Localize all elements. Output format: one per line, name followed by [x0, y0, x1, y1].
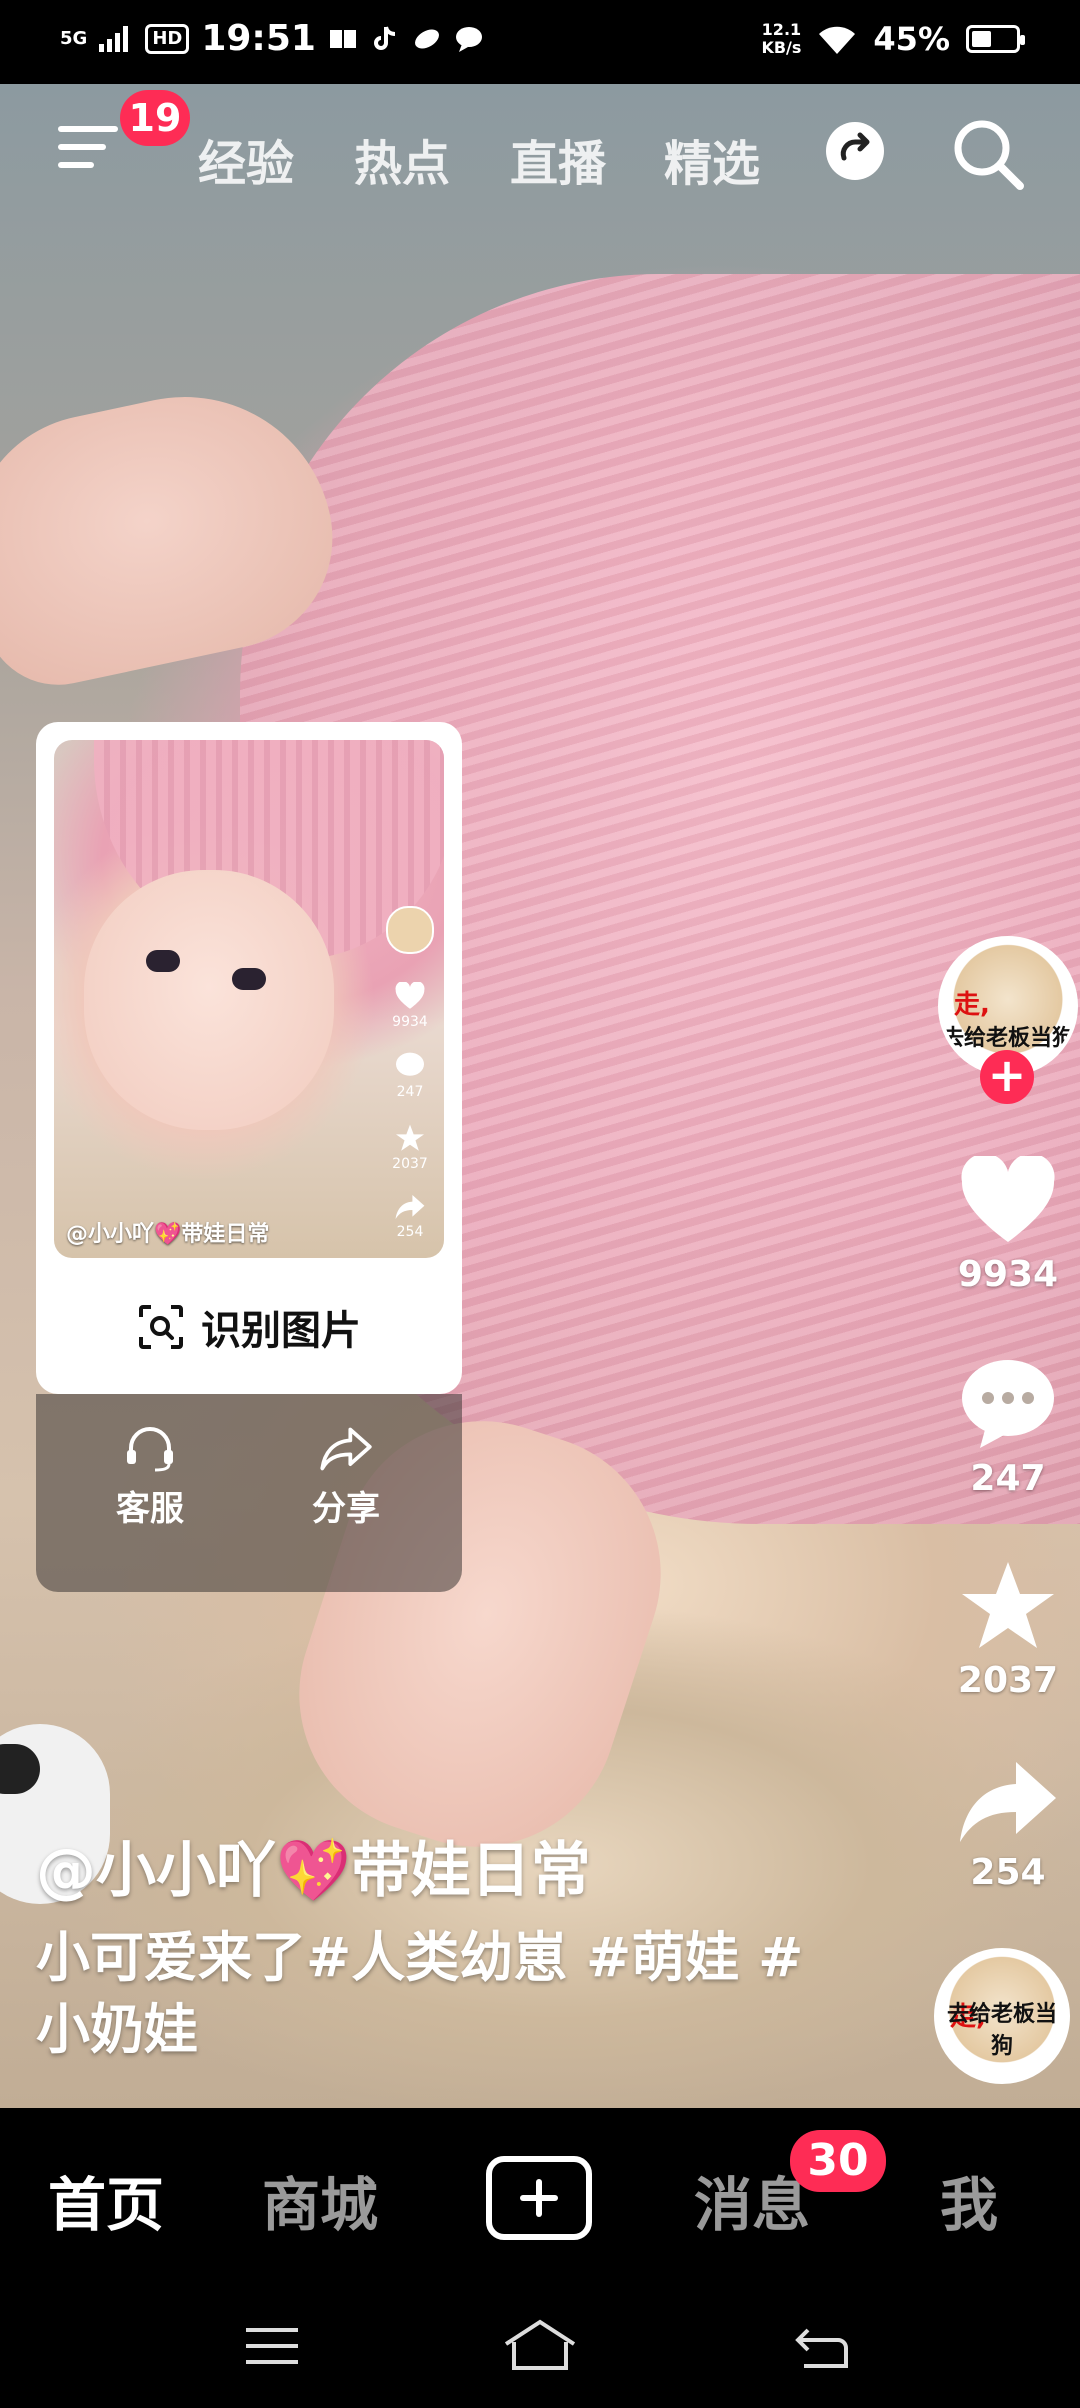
hd-badge: HD	[145, 23, 190, 54]
thumb-author: @小小吖💖带娃日常	[66, 1222, 270, 1247]
popup-options: 客服 分享	[36, 1394, 462, 1592]
popup-share-button[interactable]: 分享	[276, 1426, 416, 1530]
signal-icon	[99, 25, 129, 52]
home-icon[interactable]	[502, 2318, 578, 2372]
tiktok-icon	[373, 25, 396, 50]
thumb-favorite: 2037	[384, 1124, 436, 1172]
share-icon	[395, 1195, 425, 1219]
customer-service-label: 客服	[116, 1489, 184, 1529]
book-icon	[329, 29, 356, 48]
search-icon	[954, 120, 1024, 190]
wifi-icon	[819, 26, 856, 54]
status-left: 5G HD 19:51	[60, 18, 484, 59]
net-speed-unit: KB/s	[761, 38, 802, 57]
long-press-popup: 9934 247 2037 254 @小小吖💖带娃日常 识别图片 客服 分享	[36, 722, 462, 1592]
battery-icon	[966, 25, 1025, 53]
star-icon	[396, 1124, 424, 1151]
favorite-button[interactable]: 2037	[948, 1560, 1068, 1701]
avatar-caption: 去给老板当狗	[946, 2002, 1057, 2059]
heart-icon	[961, 1153, 1055, 1242]
heart-icon	[395, 981, 425, 1009]
thumb-favorite-count: 2037	[392, 1156, 428, 1172]
search-button[interactable]	[946, 112, 1030, 196]
comment-button[interactable]: 247	[948, 1358, 1068, 1499]
thumb-face	[84, 870, 334, 1130]
bottom-nav: 首页 商城 消息 30 我	[0, 2108, 1080, 2288]
clock: 19:51	[201, 18, 316, 59]
tab-experience[interactable]: 经验	[198, 124, 294, 194]
status-right: 12.1 KB/s 45%	[761, 20, 1025, 58]
scan-icon	[139, 1305, 183, 1349]
publish-button[interactable]	[486, 2156, 592, 2240]
popup-share-label: 分享	[312, 1489, 380, 1529]
nav-home[interactable]: 首页	[48, 2158, 164, 2242]
music-disc-avatar[interactable]: 走, 去给老板当狗	[934, 1948, 1070, 2084]
comment-icon	[962, 1360, 1054, 1448]
recents-icon[interactable]	[242, 2324, 302, 2368]
like-button[interactable]: 9934	[948, 1153, 1068, 1295]
net-speed-value: 12.1	[761, 20, 802, 39]
menu-button[interactable]	[58, 122, 118, 174]
recognize-image-label: 识别图片	[201, 1308, 361, 1354]
like-count: 9934	[957, 1254, 1059, 1295]
favorite-count: 2037	[957, 1660, 1059, 1701]
share-count: 254	[970, 1852, 1046, 1893]
comment-icon	[396, 1052, 424, 1076]
messages-badge: 30	[790, 2130, 886, 2192]
leaf-icon	[414, 29, 439, 48]
recognize-image-button[interactable]: 识别图片	[36, 1282, 462, 1372]
system-nav-bar	[0, 2288, 1080, 2408]
nav-mall[interactable]: 商城	[262, 2158, 378, 2242]
headset-icon	[127, 1427, 173, 1472]
thumb-comment-count: 247	[396, 1084, 424, 1100]
network-type: 5G	[60, 27, 88, 49]
video-thumbnail: 9934 247 2037 254 @小小吖💖带娃日常	[54, 740, 444, 1258]
thumb-like-count: 9934	[392, 1014, 428, 1030]
share-icon	[960, 1762, 1056, 1842]
share-button[interactable]: 254	[948, 1760, 1068, 1893]
tab-live[interactable]: 直播	[510, 124, 606, 194]
refresh-button[interactable]	[826, 122, 884, 180]
battery-percent: 45%	[873, 20, 950, 58]
net-speed: 12.1 KB/s	[761, 21, 801, 57]
follow-button[interactable]: +	[980, 1050, 1034, 1104]
thumb-share-count: 254	[396, 1224, 424, 1240]
chat-bubble-icon	[455, 26, 482, 52]
thumb-eye	[146, 950, 180, 972]
comment-count: 247	[970, 1458, 1046, 1499]
top-tab-bar: 19 经验 热点 直播 精选	[0, 84, 1080, 224]
avatar-corner-text: 走,	[954, 990, 990, 1020]
back-icon[interactable]	[794, 2324, 850, 2370]
share-icon	[320, 1427, 372, 1471]
author-name[interactable]: @小小吖💖带娃日常	[36, 1822, 591, 1909]
status-bar: 5G HD 19:51 12.1 KB/s 45%	[0, 0, 1080, 84]
tab-featured[interactable]: 精选	[664, 124, 760, 194]
star-icon	[962, 1562, 1054, 1648]
thumb-comment: 247	[384, 1052, 436, 1100]
thumb-like: 9934	[384, 981, 436, 1030]
menu-badge: 19	[120, 90, 190, 146]
refresh-icon	[840, 132, 870, 161]
video-caption[interactable]: 小可爱来了#人类幼崽 #萌娃 #小奶娃	[36, 1922, 856, 2066]
customer-service-button[interactable]: 客服	[80, 1426, 220, 1530]
thumb-eye	[232, 968, 266, 990]
popup-card: 9934 247 2037 254 @小小吖💖带娃日常 识别图片	[36, 722, 462, 1394]
thumb-share: 254	[384, 1194, 436, 1240]
tab-hot[interactable]: 热点	[354, 124, 450, 194]
thumb-avatar	[384, 906, 436, 954]
nav-me[interactable]: 我	[940, 2158, 998, 2242]
